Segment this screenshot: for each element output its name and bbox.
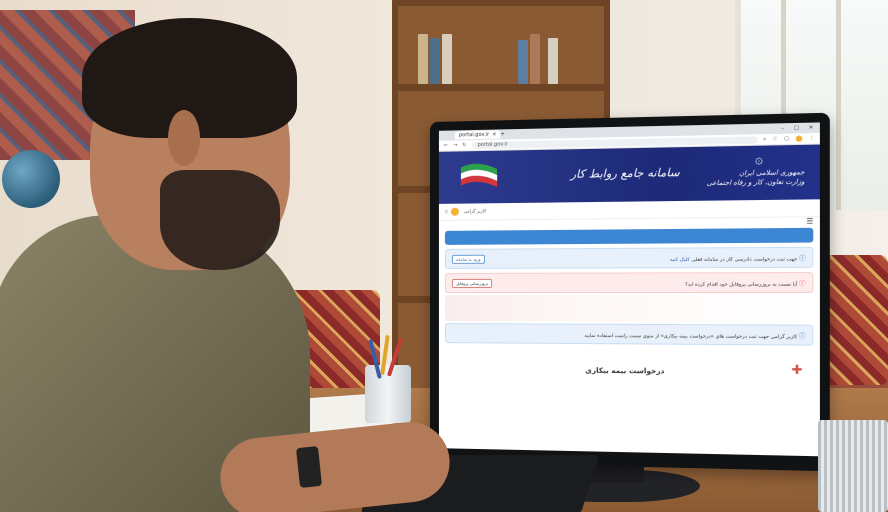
request-card[interactable]: درخواست بیمه بیکاری ✚ (444, 349, 814, 395)
info-icon: ⓘ (799, 254, 806, 263)
new-tab-icon[interactable]: + (500, 131, 504, 137)
wristwatch (295, 445, 323, 489)
monitor: portal.gov.ir × + – □ ✕ ← → ↻ portal.gov… (430, 112, 830, 472)
minimize-button[interactable]: – (781, 125, 784, 131)
star-icon[interactable]: ☆ (773, 136, 778, 142)
photo-scene: portal.gov.ir × + – □ ✕ ← → ↻ portal.gov… (0, 0, 888, 512)
notice-unemployment-text: ⓘ کاربر گرامی جهت ثبت درخواست های «درخوا… (584, 329, 806, 340)
monitor-screen: portal.gov.ir × + – □ ✕ ← → ↻ portal.gov… (438, 122, 820, 457)
back-icon[interactable]: ← (444, 143, 448, 149)
warning-icon: ⓘ (799, 279, 806, 288)
person-ear (168, 110, 200, 166)
notice-login-link[interactable]: کلیک کنید (670, 257, 690, 262)
notice-login-text: ⓘ جهت ثبت درخواست دادرسی کار در سامانه ف… (670, 253, 806, 263)
notice-profile-text: ⓘ آیا نسبت به بروزرسانی پروفایل خود اقدا… (685, 278, 806, 288)
globe (2, 150, 60, 208)
notice-login: ورود به سامانه ⓘ جهت ثبت درخواست دادرسی … (444, 246, 814, 269)
update-profile-button[interactable]: بروزرسانی پروفایل (451, 278, 492, 288)
menu-dots-icon[interactable]: ⋮ (809, 135, 814, 141)
reload-icon[interactable]: ↻ (462, 142, 466, 148)
hamburger-menu-icon[interactable]: ☰ (806, 217, 813, 227)
info-icon: ⓘ (799, 332, 806, 340)
forward-icon[interactable]: → (453, 142, 457, 148)
request-title: درخواست بیمه بیکاری (585, 366, 665, 376)
notice-login-label: جهت ثبت درخواست دادرسی کار در سامانه فعل… (691, 256, 798, 263)
close-icon[interactable]: × (492, 132, 496, 138)
maximize-button[interactable]: □ (794, 125, 799, 131)
iran-flag-icon (460, 163, 498, 188)
notice-unemployment-label: کاربر گرامی جهت ثبت درخواست های «درخواست… (584, 333, 798, 340)
extensions-icon[interactable]: ▢ (784, 136, 789, 142)
close-button[interactable]: ✕ (809, 125, 814, 131)
decorative-wave (444, 295, 814, 323)
avatar[interactable] (451, 207, 460, 216)
system-title: سامانه جامع روابط کار (570, 165, 680, 181)
person-beard (160, 170, 280, 270)
pen-cup (818, 420, 888, 512)
login-button[interactable]: ورود به سامانه (451, 254, 485, 264)
notice-profile-label: آیا نسبت به بروزرسانی پروفایل خود اقدام … (685, 282, 798, 288)
page-header-bar (444, 227, 814, 245)
notice-profile: بروزرسانی پروفایل ⓘ آیا نسبت به بروزرسان… (444, 272, 814, 294)
ministry-line-2: وزارت تعاون، کار و رفاه اجتماعی (706, 177, 805, 188)
iran-emblem-icon: ۞ (754, 151, 764, 168)
tab-title: portal.gov.ir (458, 131, 490, 139)
window-controls: – □ ✕ (781, 125, 820, 132)
browser-tab[interactable]: portal.gov.ir × (454, 130, 501, 140)
pen-cup (365, 334, 411, 423)
ministry-name: جمهوری اسلامی ایران وزارت تعاون، کار و ر… (707, 168, 805, 188)
user-label[interactable]: کاربر گرامی (463, 209, 486, 214)
notice-unemployment: ⓘ کاربر گرامی جهت ثبت درخواست های «درخوا… (444, 323, 814, 346)
url-text: portal.gov.ir (477, 141, 508, 149)
site-banner: سامانه جامع روابط کار ۞ جمهوری اسلامی ای… (438, 144, 820, 204)
profile-icon[interactable] (795, 135, 803, 142)
notification-icon[interactable]: ▯ (445, 209, 447, 214)
briefcase-icon: ✚ (791, 362, 803, 378)
search-icon[interactable]: ⌕ (763, 136, 766, 142)
